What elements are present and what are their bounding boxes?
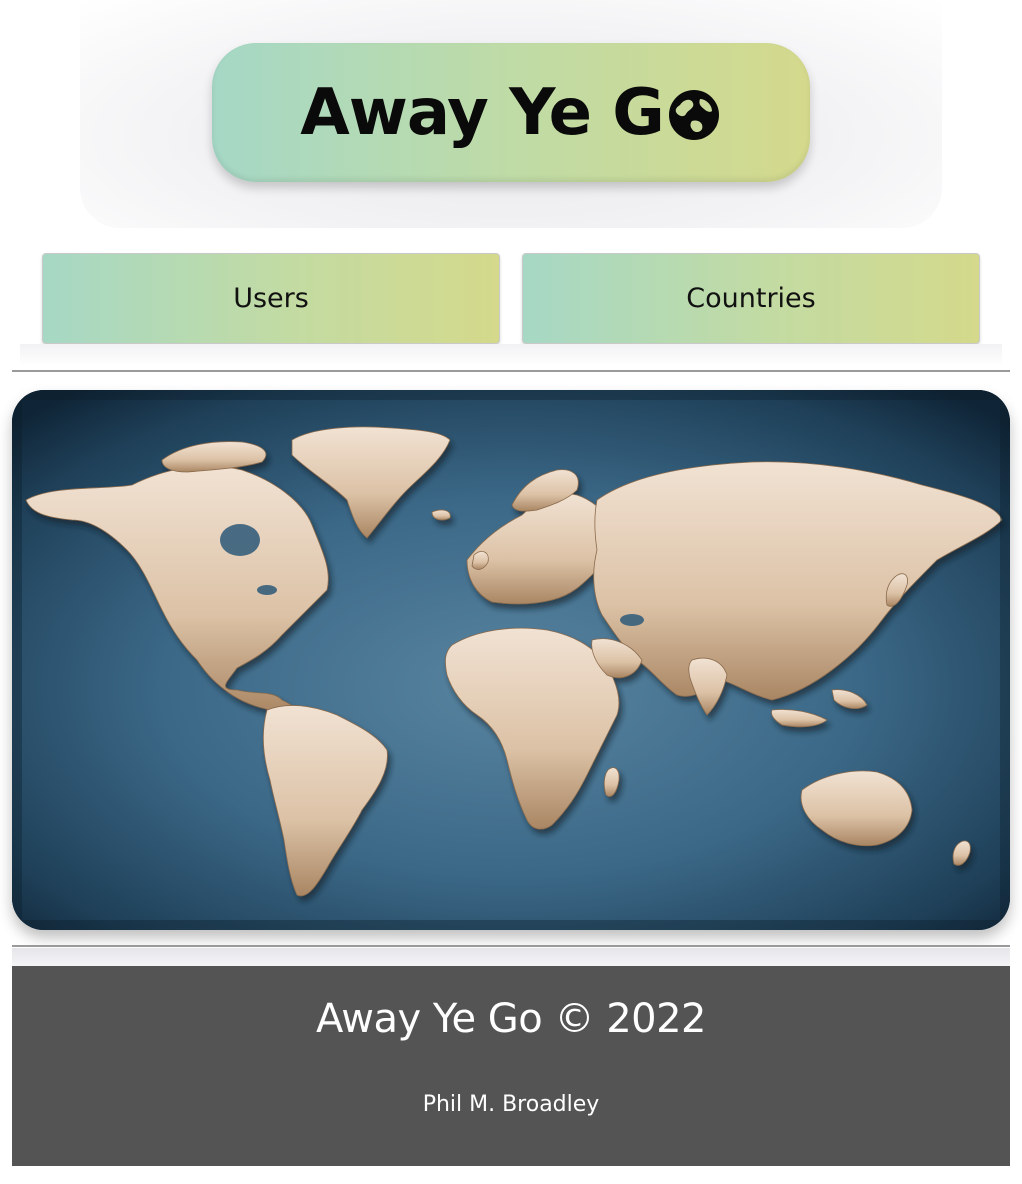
page: Away Ye G Users Countries Away Ye Go © 2… <box>0 0 1022 1184</box>
hero-world-map-image <box>12 390 1010 930</box>
footer: Away Ye Go © 2022 Phil M. Broadley <box>12 966 1010 1166</box>
divider-bottom <box>12 945 1010 947</box>
logo-home-button[interactable]: Away Ye G <box>212 43 810 182</box>
nav-shadow <box>20 344 1002 366</box>
footer-author: Phil M. Broadley <box>422 1092 600 1117</box>
logo-text: Away Ye G <box>300 75 665 150</box>
nav-users-button[interactable]: Users <box>42 253 500 344</box>
world-map-illustration <box>12 390 1010 930</box>
globe-icon <box>668 89 719 140</box>
footer-shadow <box>12 948 1010 968</box>
nav-users-label: Users <box>233 283 309 314</box>
nav-countries-label: Countries <box>686 283 816 314</box>
divider-top <box>12 370 1010 372</box>
nav-countries-button[interactable]: Countries <box>522 253 980 344</box>
logo: Away Ye G <box>300 76 722 150</box>
footer-title: Away Ye Go © 2022 <box>316 996 707 1042</box>
